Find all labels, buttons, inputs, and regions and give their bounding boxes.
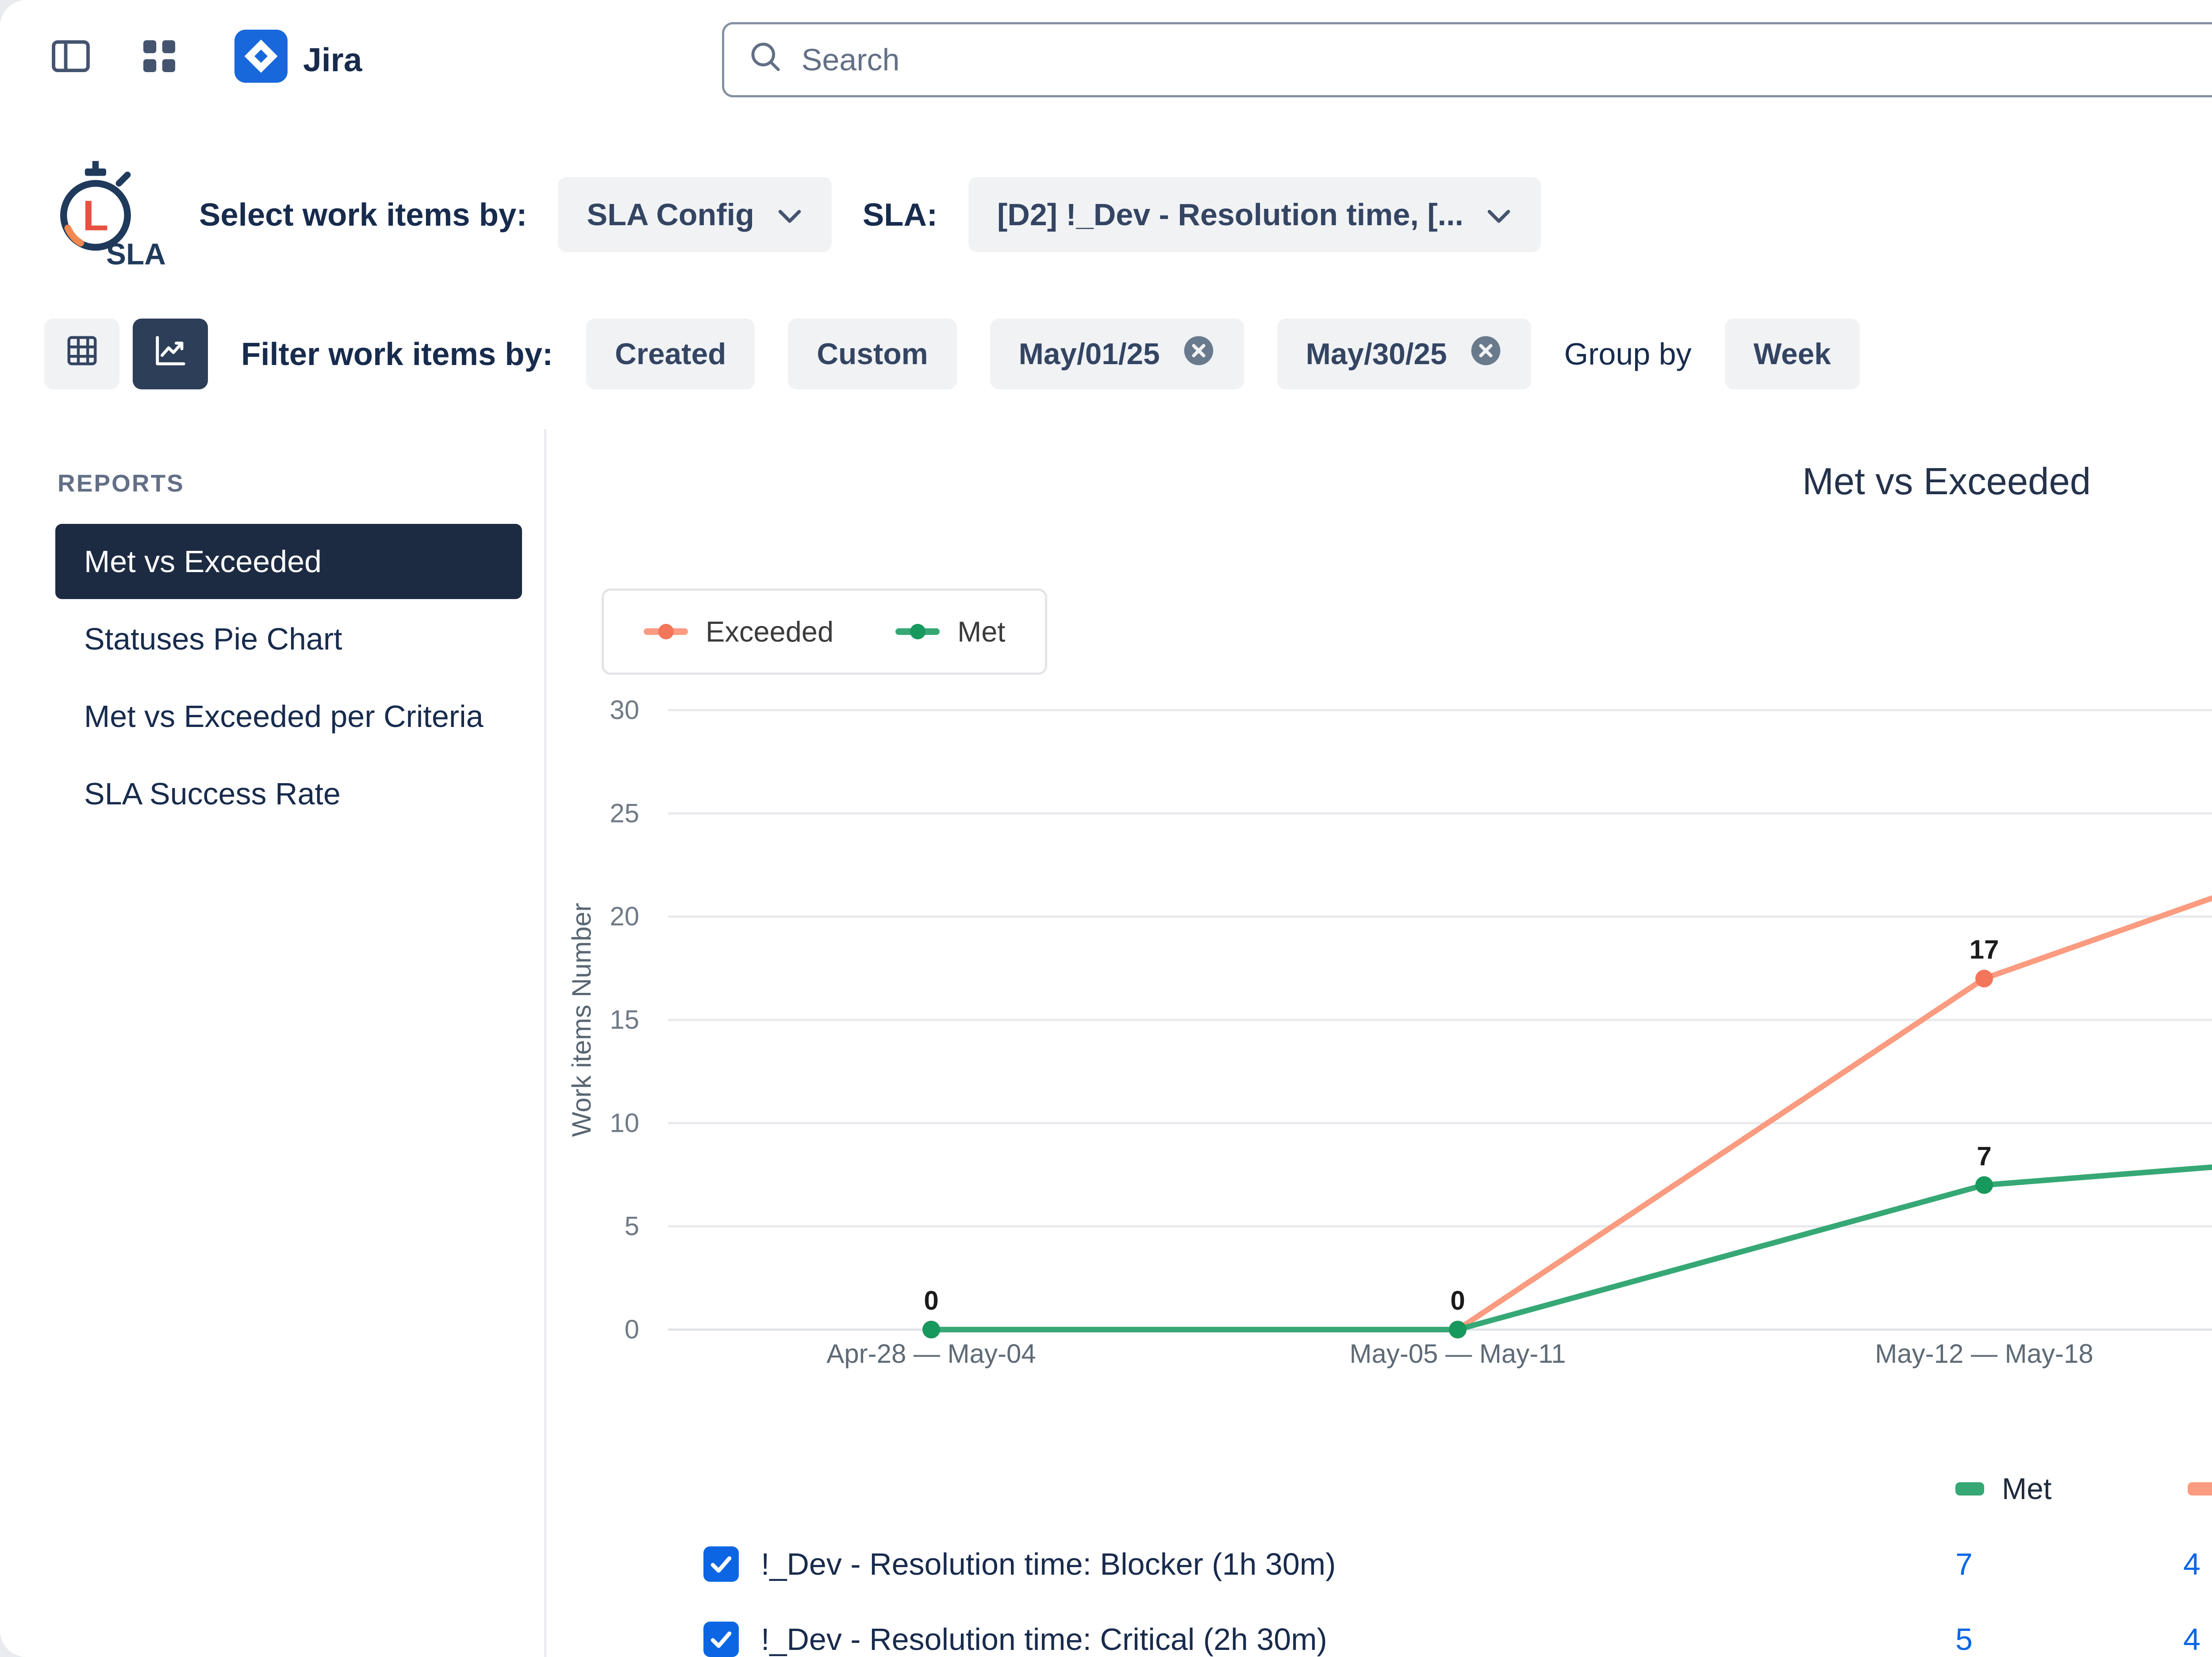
app-switcher-grid-icon: [139, 36, 179, 83]
svg-text:17: 17: [1970, 935, 1999, 965]
sla-criteria-name: !_Dev - Resolution time: Blocker (1h 30m…: [761, 1526, 1867, 1602]
sla-config-dropdown[interactable]: SLA Config: [558, 177, 831, 252]
row-checkbox[interactable]: [703, 1526, 761, 1602]
jira-home-link[interactable]: Jira: [234, 30, 362, 90]
line-chart-icon: [152, 332, 189, 377]
sla-criteria-table: Met Exceeded !_Dev - Resolution time: Bl…: [703, 1451, 2212, 1657]
collapse-sidebar-button[interactable]: [35, 24, 106, 95]
group-by-value: Week: [1754, 337, 1831, 371]
met-vs-exceeded-line-chart: 0 5 10 15 20 25 30 Apr-28 — May-04 May-05 — May-…: [564, 686, 2212, 1394]
sla-select-dropdown-value: [D2] !_Dev - Resolution time, [...: [997, 197, 1463, 232]
sla-config-dropdown-value: SLA Config: [587, 197, 754, 232]
svg-text:SLA: SLA: [106, 238, 166, 269]
clear-date-icon[interactable]: [1182, 334, 1215, 374]
svg-text:7: 7: [1977, 1141, 1991, 1171]
sidebar-item-sla-success-rate[interactable]: SLA Success Rate: [55, 756, 522, 831]
svg-text:10: 10: [610, 1108, 639, 1138]
view-toggle: [44, 319, 208, 389]
svg-text:25: 25: [610, 798, 639, 828]
report-chart-area: Met vs Exceeded Exceeded Met 0 5 10 15 20 25 3…: [546, 429, 2212, 1657]
reports-heading: REPORTS: [58, 469, 544, 497]
jira-logo-icon: [234, 30, 288, 90]
custom-filter-label: Custom: [817, 337, 928, 371]
chart-title: Met vs Exceeded: [564, 460, 2212, 504]
main-content: REPORTS Met vs Exceeded Statuses Pie Cha…: [0, 429, 2212, 1657]
jira-sla-app-window: Jira Create ⚙ NL L: [0, 0, 2212, 1657]
met-value-link[interactable]: 5: [1955, 1622, 1973, 1657]
search-input[interactable]: [802, 42, 2212, 77]
svg-text:May-05 — May-11: May-05 — May-11: [1349, 1339, 1566, 1369]
filter-work-items-label: Filter work items by:: [241, 336, 553, 373]
date-from-chip[interactable]: May/01/25: [990, 319, 1244, 389]
sla-label: SLA:: [863, 196, 937, 233]
row-checkbox[interactable]: [703, 1602, 761, 1657]
global-search-box[interactable]: [722, 22, 2212, 97]
sidebar-item-statuses-pie-chart[interactable]: Statuses Pie Chart: [55, 601, 522, 677]
chart-legend: Exceeded Met: [602, 588, 1047, 675]
svg-text:0: 0: [625, 1315, 639, 1344]
group-by-chip[interactable]: Week: [1725, 319, 1860, 389]
search-icon: [746, 38, 784, 82]
svg-text:Apr-28 — May-04: Apr-28 — May-04: [826, 1339, 1036, 1369]
svg-text:0: 0: [924, 1286, 938, 1315]
group-by-label: Group by: [1564, 336, 1692, 372]
svg-text:5: 5: [625, 1211, 639, 1241]
met-header-label: Met: [2002, 1472, 2052, 1506]
svg-text:15: 15: [610, 1005, 639, 1034]
legend-label: Met: [957, 615, 1005, 648]
legend-item-met[interactable]: Met: [895, 615, 1005, 648]
sidebar-item-met-vs-exceeded-per-criteria[interactable]: Met vs Exceeded per Criteria: [55, 679, 522, 754]
date-from-value: May/01/25: [1019, 337, 1160, 371]
exceeded-column-header: Exceeded: [2099, 1453, 2212, 1524]
app-name-label: Jira: [303, 41, 362, 79]
filter-toolbar: Filter work items by: Created Custom May…: [0, 310, 2212, 398]
app-switcher-button[interactable]: [124, 24, 195, 95]
exceeded-value-link[interactable]: 4: [2183, 1622, 2200, 1657]
exceeded-marker: [2188, 1482, 2212, 1496]
met-value-link[interactable]: 7: [1955, 1546, 1973, 1582]
svg-text:Work items Number: Work items Number: [567, 903, 596, 1137]
met-legend-marker: [895, 623, 940, 641]
sidebar-panel-icon: [46, 32, 95, 88]
svg-text:30: 30: [610, 695, 639, 725]
met-column-header: Met: [1867, 1453, 2099, 1524]
sidebar-item-met-vs-exceeded[interactable]: Met vs Exceeded: [55, 524, 522, 599]
sla-header-row: L SLA Select work items by: SLA Config S…: [0, 150, 2212, 279]
svg-text:May-12 — May-18: May-12 — May-18: [1875, 1339, 2093, 1369]
sla-select-dropdown[interactable]: [D2] !_Dev - Resolution time, [...: [968, 177, 1541, 252]
svg-text:L: L: [83, 192, 109, 239]
grid-view-icon: [63, 332, 101, 377]
chart-view-button[interactable]: [133, 319, 208, 389]
date-to-chip[interactable]: May/30/25: [1277, 319, 1531, 389]
exceeded-value-link[interactable]: 4: [2183, 1546, 2200, 1582]
met-marker: [1955, 1482, 1984, 1496]
legend-item-exceeded[interactable]: Exceeded: [644, 615, 833, 648]
legend-label: Exceeded: [706, 615, 833, 648]
select-work-items-label: Select work items by:: [199, 196, 527, 233]
created-filter-label: Created: [615, 337, 726, 371]
svg-text:0: 0: [1450, 1286, 1465, 1315]
created-filter-button[interactable]: Created: [586, 319, 755, 389]
table-view-button[interactable]: [44, 319, 119, 389]
svg-text:20: 20: [610, 902, 639, 931]
sla-plugin-logo: L SLA: [44, 154, 168, 276]
chevron-down-icon: [776, 197, 803, 232]
chevron-down-icon: [1486, 197, 1512, 232]
sla-criteria-name: !_Dev - Resolution time: Critical (2h 30…: [761, 1602, 1867, 1657]
date-to-value: May/30/25: [1306, 337, 1447, 371]
custom-filter-button[interactable]: Custom: [788, 319, 956, 389]
clear-date-icon[interactable]: [1469, 334, 1502, 374]
reports-sidebar: REPORTS Met vs Exceeded Statuses Pie Cha…: [0, 429, 546, 1657]
top-navigation-bar: Jira Create ⚙ NL: [0, 0, 2212, 119]
exceeded-legend-marker: [644, 623, 688, 641]
